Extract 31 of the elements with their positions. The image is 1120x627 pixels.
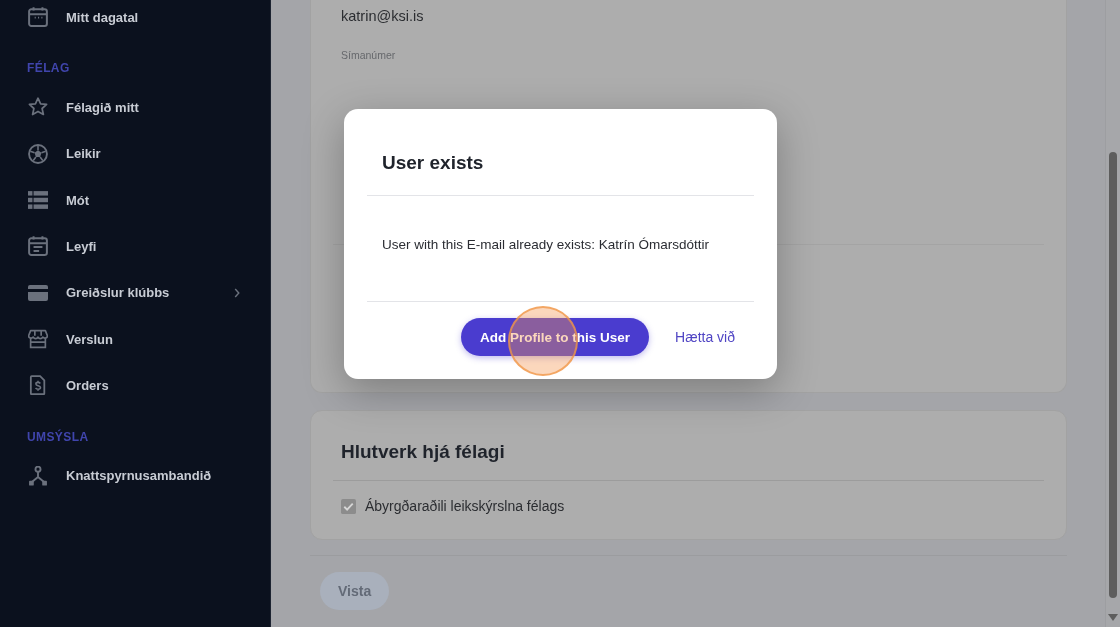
sidebar-item[interactable]: Knattspyrnusambandið bbox=[14, 452, 256, 499]
document-icon bbox=[28, 375, 48, 396]
sidebar-item[interactable]: Félagið mitt bbox=[14, 84, 256, 131]
sidebar-item[interactable]: Greiðslur klúbbs bbox=[14, 269, 256, 316]
cancel-link[interactable]: Hætta við bbox=[675, 329, 735, 345]
checkbox[interactable] bbox=[341, 498, 356, 514]
scrollbar-thumb[interactable] bbox=[1109, 152, 1117, 598]
sidebar-item[interactable]: Mót bbox=[14, 177, 256, 224]
hierarchy-icon bbox=[28, 465, 48, 486]
card-title: Hlutverk hjá félagi bbox=[340, 440, 506, 464]
calendar-icon bbox=[28, 236, 48, 257]
email-text: katrin@ksi.is bbox=[340, 7, 425, 26]
soccer-ball-icon bbox=[28, 143, 48, 164]
section-heading: UMSÝSLA bbox=[26, 428, 90, 446]
sidebar-item[interactable]: Leyfi bbox=[14, 223, 256, 270]
sidebar-item[interactable]: Leikir bbox=[14, 130, 256, 177]
dialog-title: User exists bbox=[381, 151, 485, 175]
checkbox-label: Ábyrgðaraðili leikskýrslna félags bbox=[365, 498, 565, 514]
storefront-icon bbox=[28, 329, 48, 350]
credit-card-icon bbox=[28, 282, 48, 303]
scrollbar[interactable] bbox=[1105, 0, 1120, 627]
section-heading: FÉLAG bbox=[26, 59, 71, 78]
field-label: Símanúmer bbox=[340, 48, 397, 63]
sidebar-item[interactable]: Orders bbox=[14, 362, 256, 409]
scroll-down-arrow-icon[interactable] bbox=[1108, 614, 1118, 621]
list-icon bbox=[28, 190, 48, 211]
star-icon bbox=[28, 97, 48, 118]
calendar-icon bbox=[28, 7, 48, 28]
sidebar-item[interactable]: Mitt dagatal bbox=[14, 0, 256, 41]
dialog-message: User with this E-mail already exists: Katrín Ómarsdóttir bbox=[381, 236, 711, 254]
sidebar-item[interactable]: Verslun bbox=[14, 315, 256, 363]
